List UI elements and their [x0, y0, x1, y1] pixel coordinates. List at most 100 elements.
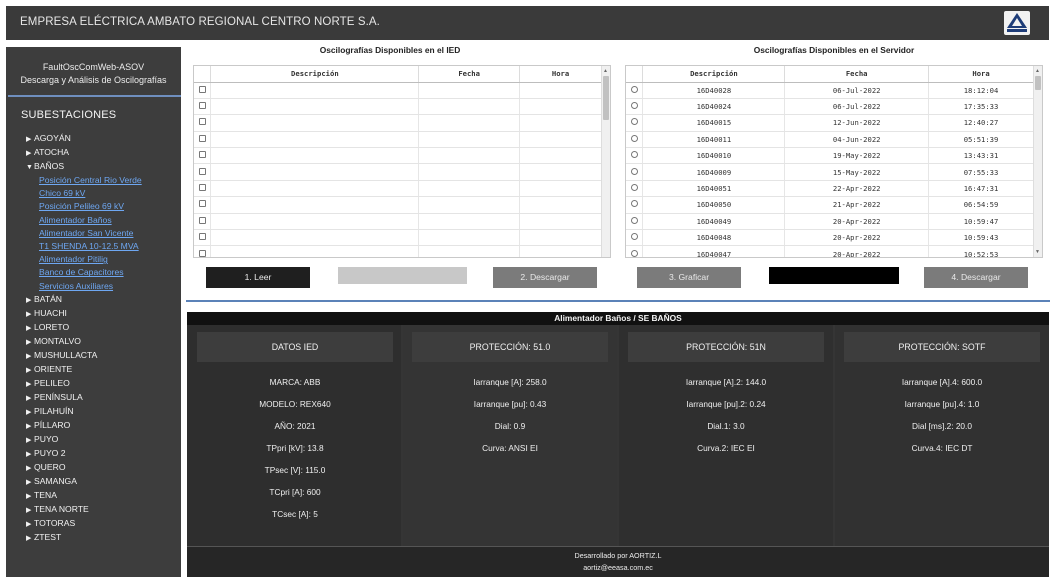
- row-radio[interactable]: [630, 102, 638, 110]
- row-radio[interactable]: [630, 200, 638, 208]
- plot-button[interactable]: 3. Graficar: [637, 267, 741, 288]
- download-button[interactable]: 2. Descargar: [493, 267, 597, 288]
- substation-item[interactable]: ▶ AGOYÁN: [26, 132, 164, 146]
- substation-item[interactable]: ▶ PUYO: [26, 433, 164, 447]
- table-row[interactable]: 16D40048 20-Apr-2022 10:59:43: [626, 229, 1034, 247]
- substation-item[interactable]: ▶ HUACHI: [26, 307, 164, 321]
- substation-item[interactable]: ▶ ORIENTE: [26, 363, 164, 377]
- table-row[interactable]: 16D40011 04-Jun-2022 05:51:39: [626, 131, 1034, 149]
- description-cell: 16D40050: [642, 196, 786, 214]
- feeder-link[interactable]: Alimentador Baños: [26, 214, 164, 227]
- table-row[interactable]: [194, 147, 602, 165]
- table-row[interactable]: [194, 98, 602, 116]
- caret-right-icon: ▶: [26, 150, 32, 157]
- row-checkbox[interactable]: [198, 167, 206, 175]
- table-row[interactable]: [194, 196, 602, 214]
- substation-item[interactable]: ▶ PENÍNSULA: [26, 391, 164, 405]
- row-checkbox[interactable]: [198, 118, 206, 126]
- row-radio[interactable]: [630, 249, 638, 257]
- feeder-link[interactable]: Posición Central Rio Verde Chico 69 kV: [9, 174, 164, 200]
- download-server-button[interactable]: 4. Descargar: [924, 267, 1028, 288]
- feeder-link[interactable]: T1 SHENDA 10-12.5 MVA: [26, 240, 164, 253]
- date-cell: 20-Apr-2022: [784, 229, 930, 247]
- row-checkbox[interactable]: [198, 216, 206, 224]
- description-cell: 16D40047: [642, 245, 786, 257]
- table-row[interactable]: [194, 245, 602, 257]
- row-radio[interactable]: [630, 85, 638, 93]
- table-row[interactable]: [194, 213, 602, 231]
- row-radio[interactable]: [630, 151, 638, 159]
- row-checkbox[interactable]: [198, 102, 206, 110]
- feeder-link[interactable]: Alimentador San Vicente: [26, 227, 164, 240]
- row-checkbox[interactable]: [198, 233, 206, 241]
- substation-item[interactable]: ▶ PÍLLARO: [26, 419, 164, 433]
- table-row[interactable]: [194, 180, 602, 198]
- substation-item[interactable]: ▶ TENA: [26, 489, 164, 503]
- description-cell: 16D40011: [642, 131, 786, 149]
- substation-item[interactable]: ▶ SAMANGA: [26, 475, 164, 489]
- table-row[interactable]: [194, 229, 602, 247]
- row-radio[interactable]: [630, 134, 638, 142]
- p51-value: Dial: 0.9: [494, 421, 526, 431]
- substation-item[interactable]: ▶ LORETO: [26, 321, 164, 335]
- row-checkbox[interactable]: [198, 134, 206, 142]
- substation-label: LORETO: [34, 321, 70, 332]
- row-radio[interactable]: [630, 167, 638, 175]
- date-cell: 22-Apr-2022: [784, 180, 930, 198]
- substation-item[interactable]: ▶ ZTEST: [26, 531, 164, 545]
- substation-item[interactable]: ▶ PILAHUÍN: [26, 405, 164, 419]
- top-header-bar: EMPRESA ELÉCTRICA AMBATO REGIONAL CENTRO…: [6, 6, 1049, 40]
- table-row[interactable]: 16D40050 21-Apr-2022 06:54:59: [626, 196, 1034, 214]
- table-row[interactable]: 16D40015 12-Jun-2022 12:40:27: [626, 114, 1034, 132]
- row-radio[interactable]: [630, 233, 638, 241]
- feeder-link[interactable]: Alimentador Pitilig: [26, 253, 164, 266]
- table-row[interactable]: 16D40049 20-Apr-2022 10:59:47: [626, 213, 1034, 231]
- table-row[interactable]: [194, 114, 602, 132]
- time-cell: 10:59:43: [928, 229, 1034, 247]
- server-table: Descripción Fecha Hora 16D40028 06-Jul-20…: [625, 65, 1043, 258]
- feeder-link[interactable]: Banco de Capacitores: [26, 266, 164, 279]
- time-cell: 17:35:33: [928, 98, 1034, 116]
- server-table-scrollbar[interactable]: ▲ ▼: [1033, 66, 1042, 257]
- table-row[interactable]: 16D40009 15-May-2022 07:55:33: [626, 163, 1034, 181]
- table-row[interactable]: [194, 163, 602, 181]
- ied-table-scrollbar[interactable]: ▲: [601, 66, 610, 257]
- substation-item[interactable]: ▶ PUYO 2: [26, 447, 164, 461]
- substation-item[interactable]: ▶ BATÁN: [26, 293, 164, 307]
- substation-item[interactable]: ▶ QUERO: [26, 461, 164, 475]
- substation-item[interactable]: ▶ TOTORAS: [26, 517, 164, 531]
- table-row[interactable]: 16D40051 22-Apr-2022 16:47:31: [626, 180, 1034, 198]
- feeder-link[interactable]: Posición Pelileo 69 kV: [26, 200, 164, 213]
- substation-label: ORIENTE: [34, 363, 73, 374]
- substation-item[interactable]: ▶ ATOCHA: [26, 146, 164, 160]
- row-checkbox[interactable]: [198, 249, 206, 257]
- time-cell: 06:54:59: [928, 196, 1034, 214]
- row-radio[interactable]: [630, 118, 638, 126]
- substation-item[interactable]: ▼BAÑOS: [26, 160, 164, 174]
- read-button[interactable]: 1. Leer: [206, 267, 310, 288]
- substation-item[interactable]: ▶ TENA NORTE: [26, 503, 164, 517]
- substation-item[interactable]: ▶ PELILEO: [26, 377, 164, 391]
- time-cell: 10:59:47: [928, 213, 1034, 231]
- p51n-value: Dial.1: 3.0: [707, 421, 745, 431]
- row-checkbox[interactable]: [198, 200, 206, 208]
- substation-item[interactable]: ▶ MUSHULLACTA: [26, 349, 164, 363]
- table-row[interactable]: [194, 131, 602, 149]
- substation-label: PUYO: [34, 433, 59, 444]
- section-divider: [186, 300, 1050, 302]
- table-row[interactable]: 16D40010 19-May-2022 13:43:31: [626, 147, 1034, 165]
- table-row[interactable]: 16D40047 20-Apr-2022 10:52:53: [626, 245, 1034, 257]
- row-checkbox[interactable]: [198, 85, 206, 93]
- substation-item[interactable]: ▶ MONTALVO: [26, 335, 164, 349]
- table-row[interactable]: 16D40028 06-Jul-2022 18:12:04: [626, 82, 1034, 99]
- app-name: FaultOscComWeb-ASOV: [42, 62, 145, 72]
- ied-value: TCsec [A]: 5: [272, 509, 318, 519]
- p51n-value: Iarranque [A].2: 144.0: [685, 377, 767, 387]
- row-radio[interactable]: [630, 184, 638, 192]
- table-row[interactable]: 16D40024 06-Jul-2022 17:35:33: [626, 98, 1034, 116]
- table-row[interactable]: [194, 82, 602, 99]
- row-checkbox[interactable]: [198, 151, 206, 159]
- row-radio[interactable]: [630, 216, 638, 224]
- feeder-link[interactable]: Servicios Auxiliares: [26, 280, 164, 293]
- row-checkbox[interactable]: [198, 184, 206, 192]
